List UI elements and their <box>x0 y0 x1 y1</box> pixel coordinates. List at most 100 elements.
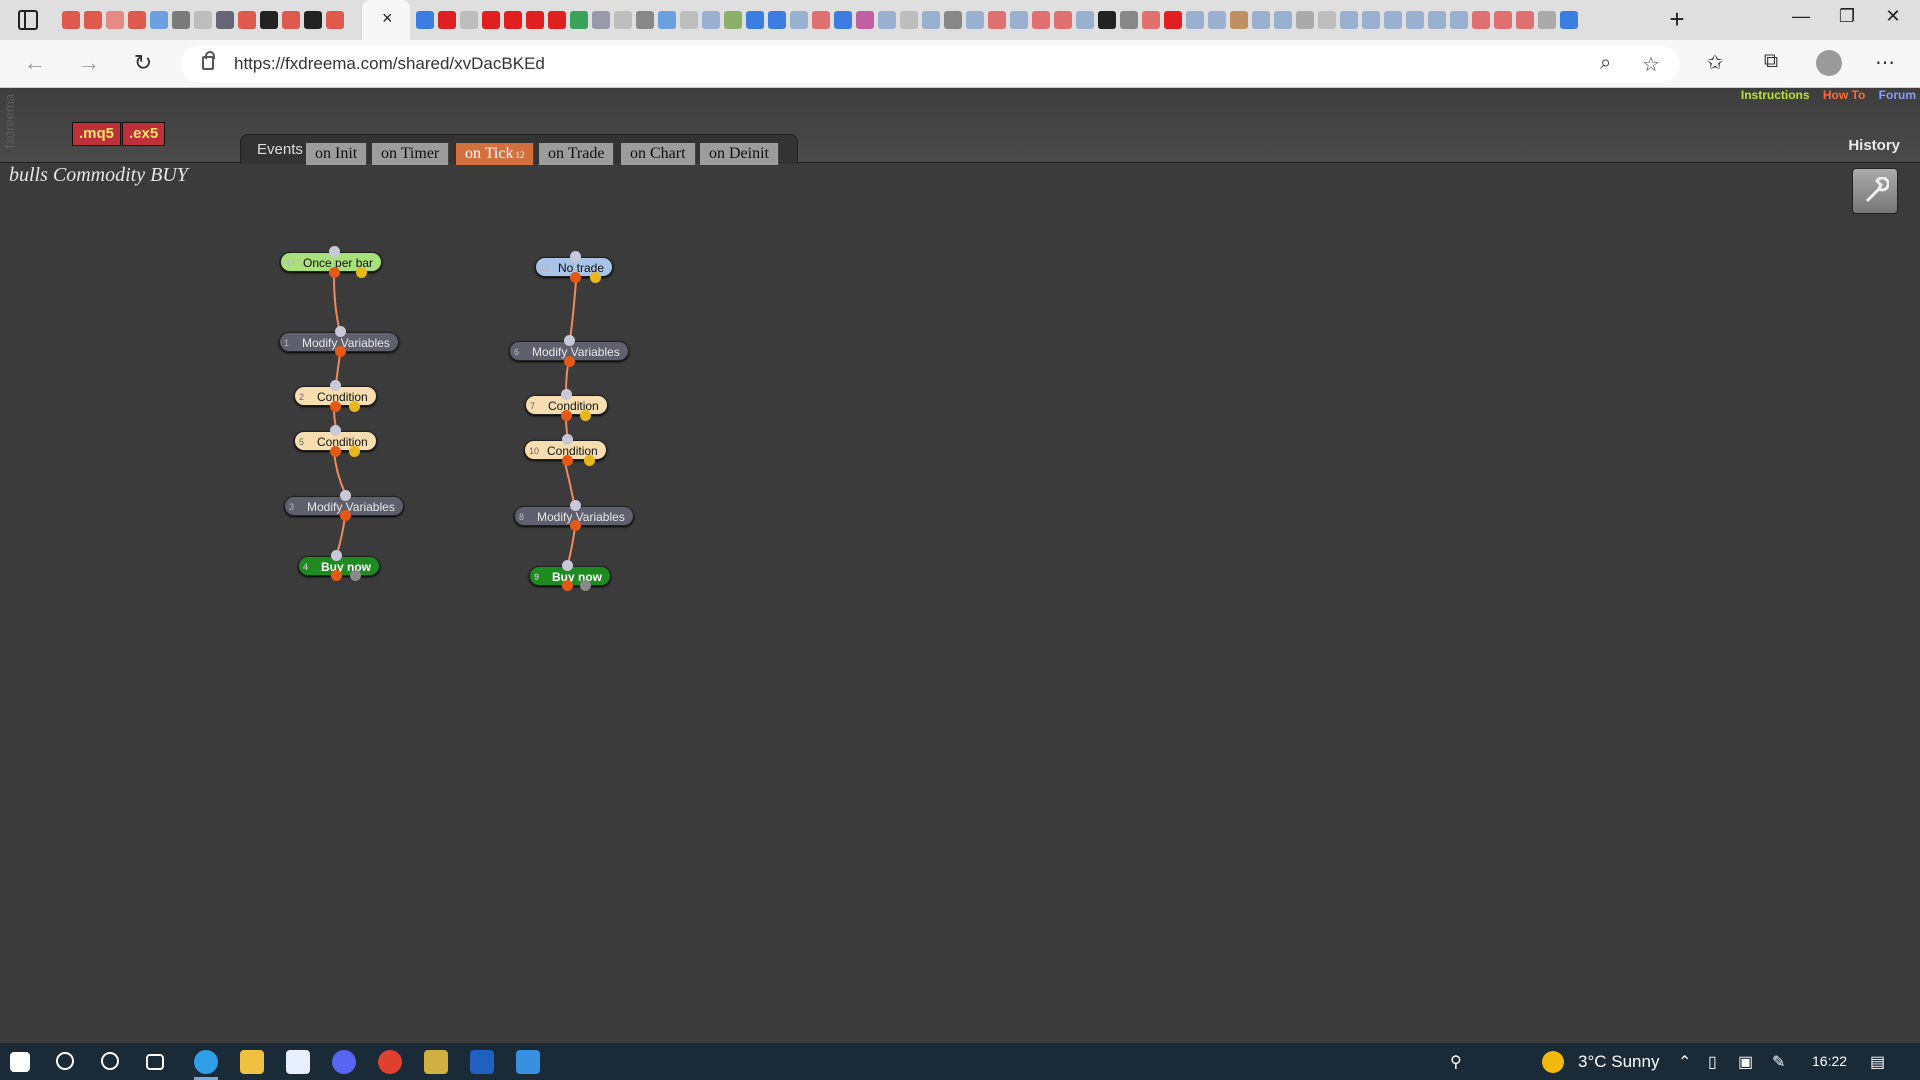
tab-favicon[interactable] <box>1274 11 1292 29</box>
youtube-icon[interactable] <box>438 11 456 29</box>
tab-favicon[interactable] <box>1516 11 1534 29</box>
block-input-dot[interactable] <box>570 251 581 262</box>
block-output-dot[interactable] <box>564 356 575 367</box>
tab-favicon[interactable] <box>614 11 632 29</box>
youtube-icon[interactable] <box>526 11 544 29</box>
block-input-dot[interactable] <box>564 335 575 346</box>
tab-favicon[interactable] <box>1384 11 1402 29</box>
block-output-dot[interactable] <box>562 455 573 466</box>
close-window-icon[interactable]: ✕ <box>1870 6 1916 27</box>
file-explorer-icon[interactable] <box>240 1050 264 1074</box>
tab-favicon[interactable] <box>878 11 896 29</box>
tab-favicon[interactable] <box>900 11 918 29</box>
tab-favicon[interactable] <box>768 11 786 29</box>
block-alt-output-dot[interactable] <box>350 570 361 581</box>
tab-favicon[interactable] <box>1428 11 1446 29</box>
tab-favicon[interactable] <box>944 11 962 29</box>
tab-favicon[interactable] <box>416 11 434 29</box>
block-alt-output-dot[interactable] <box>349 446 360 457</box>
app-icon[interactable] <box>470 1050 494 1074</box>
weather-sun-icon[interactable] <box>1542 1051 1564 1073</box>
collections-icon[interactable]: ⧉ <box>1756 50 1786 73</box>
tab-favicon[interactable] <box>1340 11 1358 29</box>
youtube-icon[interactable] <box>504 11 522 29</box>
block-alt-output-dot[interactable] <box>580 410 591 421</box>
tab-favicon[interactable] <box>922 11 940 29</box>
tab-favicon[interactable] <box>1054 11 1072 29</box>
restore-icon[interactable]: ❐ <box>1824 6 1870 27</box>
tab-favicon[interactable] <box>1186 11 1204 29</box>
back-icon[interactable]: ← <box>20 50 50 76</box>
task-view-icon[interactable] <box>146 1054 164 1070</box>
tab-favicon[interactable] <box>834 11 852 29</box>
tab-favicon[interactable] <box>150 11 168 29</box>
tab-favicon[interactable] <box>260 11 278 29</box>
sidebar-toggle-icon[interactable] <box>18 10 38 30</box>
active-browser-tab[interactable]: × <box>362 0 410 40</box>
block-alt-output-dot[interactable] <box>590 272 601 283</box>
tab-favicon[interactable] <box>658 11 676 29</box>
tab-favicon[interactable] <box>1318 11 1336 29</box>
block-output-dot[interactable] <box>330 446 341 457</box>
tab-favicon[interactable] <box>1142 11 1160 29</box>
profile-avatar[interactable] <box>1816 50 1842 76</box>
tab-favicon[interactable] <box>966 11 984 29</box>
url-field[interactable]: https://fxdreema.com/shared/xvDacBKEd ⌕ … <box>180 46 1680 82</box>
windows-start-icon[interactable] <box>10 1052 30 1072</box>
tab-favicon[interactable] <box>1450 11 1468 29</box>
block-output-dot[interactable] <box>329 267 340 278</box>
network-icon[interactable]: ▯ <box>1708 1052 1717 1072</box>
block-input-dot[interactable] <box>561 389 572 400</box>
block-alt-output-dot[interactable] <box>356 267 367 278</box>
block-alt-output-dot[interactable] <box>584 455 595 466</box>
tab-favicon[interactable] <box>988 11 1006 29</box>
tab-favicon[interactable] <box>1296 11 1314 29</box>
tab-favicon[interactable] <box>790 11 808 29</box>
tab-favicon[interactable] <box>172 11 190 29</box>
tab-favicon[interactable] <box>1406 11 1424 29</box>
tab-favicon[interactable] <box>282 11 300 29</box>
tab-favicon[interactable] <box>636 11 654 29</box>
clock[interactable]: 16:22 <box>1812 1053 1847 1069</box>
block-output-dot[interactable] <box>570 520 581 531</box>
tab-favicon[interactable] <box>194 11 212 29</box>
tab-favicon[interactable] <box>1494 11 1512 29</box>
tab-favicon[interactable] <box>460 11 478 29</box>
tab-favicon[interactable] <box>1472 11 1490 29</box>
tab-favicon[interactable] <box>702 11 720 29</box>
block-output-dot[interactable] <box>330 401 341 412</box>
block-input-dot[interactable] <box>340 490 351 501</box>
tab-favicon[interactable] <box>1098 11 1116 29</box>
tab-favicon[interactable] <box>724 11 742 29</box>
tab-favicon[interactable] <box>304 11 322 29</box>
chrome-icon[interactable] <box>378 1050 402 1074</box>
block-input-dot[interactable] <box>562 434 573 445</box>
search-icon[interactable] <box>56 1052 74 1070</box>
block-output-dot[interactable] <box>335 346 346 357</box>
tab-favicon[interactable] <box>1164 11 1182 29</box>
tab-favicon[interactable] <box>1032 11 1050 29</box>
block-input-dot[interactable] <box>330 425 341 436</box>
tab-favicon[interactable] <box>1010 11 1028 29</box>
tab-favicon[interactable] <box>106 11 124 29</box>
tab-favicon[interactable] <box>326 11 344 29</box>
tab-favicon[interactable] <box>1120 11 1138 29</box>
block-input-dot[interactable] <box>331 550 342 561</box>
tab-favicon[interactable] <box>1230 11 1248 29</box>
tab-favicon[interactable] <box>238 11 256 29</box>
weather-text[interactable]: 3°C Sunny <box>1578 1052 1659 1072</box>
forward-icon[interactable]: → <box>74 50 104 76</box>
pen-icon[interactable]: ✎ <box>1772 1052 1785 1072</box>
tab-favicon[interactable] <box>128 11 146 29</box>
tab-favicon[interactable] <box>592 11 610 29</box>
add-favorite-icon[interactable]: ☆ <box>1642 52 1660 77</box>
block-input-dot[interactable] <box>562 560 573 571</box>
tab-favicon[interactable] <box>1252 11 1270 29</box>
tab-favicon[interactable] <box>812 11 830 29</box>
tab-favicon[interactable] <box>680 11 698 29</box>
cortana-icon[interactable] <box>101 1052 119 1070</box>
tab-favicon[interactable] <box>856 11 874 29</box>
app-icon[interactable] <box>424 1050 448 1074</box>
block-output-dot[interactable] <box>561 410 572 421</box>
tab-favicon[interactable] <box>1362 11 1380 29</box>
